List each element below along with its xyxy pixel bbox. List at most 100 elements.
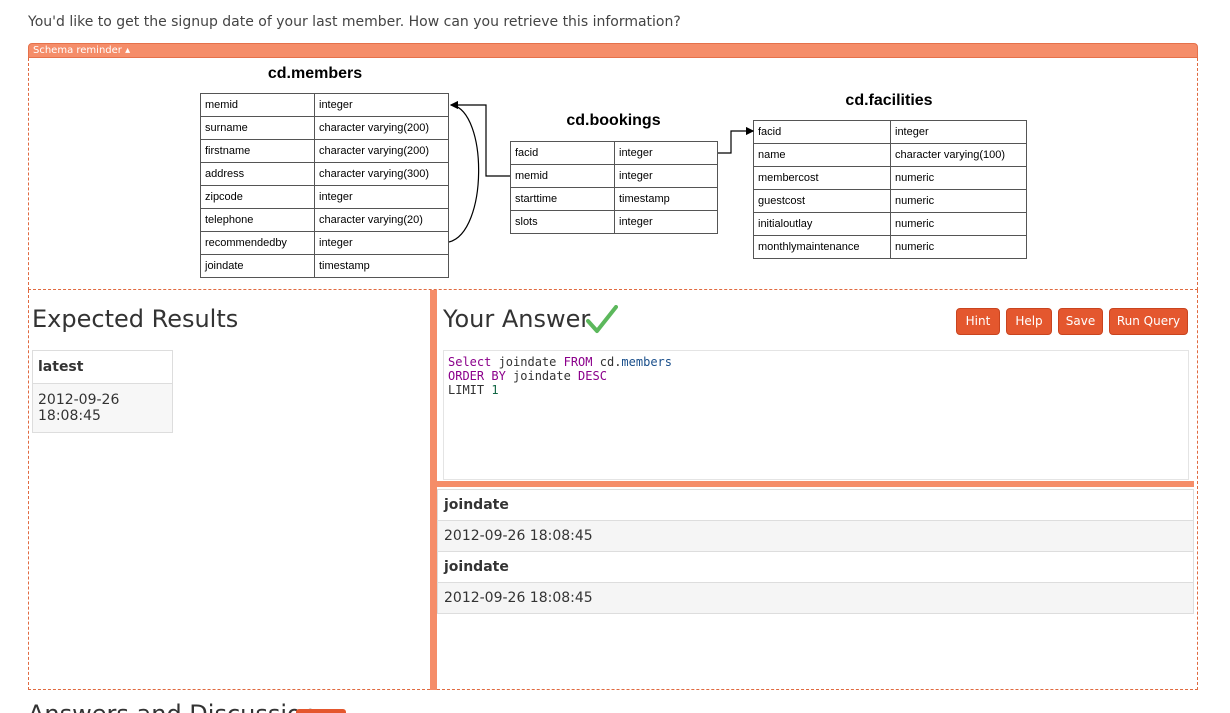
schema-reminder-toggle[interactable]: Schema reminder ▴ <box>28 43 1198 58</box>
schema-row: zipcode integer <box>200 185 449 209</box>
bookings-table-title: cd.bookings <box>566 112 661 129</box>
sql-text: joindate <box>505 369 579 383</box>
expected-results-table: latest 2012-09-26 18:08:45 <box>32 350 173 433</box>
table-header-row: latest <box>32 350 173 384</box>
sql-identifier: members <box>621 355 672 369</box>
column-name: surname <box>200 116 315 140</box>
sql-keyword: FROM <box>563 355 593 369</box>
table-cell: 2012-09-26 18:08:45 <box>437 582 1194 614</box>
column-name: initialoutlay <box>753 212 891 236</box>
column-type: numeric <box>890 235 1027 259</box>
column-name: slots <box>510 210 615 234</box>
facilities-table-title: cd.facilities <box>845 92 933 109</box>
help-button[interactable]: Help <box>1006 308 1052 335</box>
column-type: integer <box>890 120 1027 144</box>
schema-row: monthlymaintenance numeric <box>753 235 1027 259</box>
column-name: recommendedby <box>200 231 315 255</box>
sql-editor[interactable]: Select joindate FROM cd.members ORDER BY… <box>443 350 1189 480</box>
bookings-schema-table: facid integer memid integer starttime times… <box>510 141 718 234</box>
column-type: integer <box>314 93 449 117</box>
column-name: zipcode <box>200 185 315 209</box>
schema-row: firstname character varying(200) <box>200 139 449 163</box>
column-type: character varying(20) <box>314 208 449 232</box>
table-header-row: joindate <box>437 551 1194 583</box>
schema-row: address character varying(300) <box>200 162 449 186</box>
schema-row: recommendedby integer <box>200 231 449 255</box>
column-type: character varying(300) <box>314 162 449 186</box>
column-name: starttime <box>510 187 615 211</box>
column-name: memid <box>510 164 615 188</box>
table-row: 2012-09-26 18:08:45 <box>437 520 1194 552</box>
schema-row: starttime timestamp <box>510 187 718 211</box>
schema-row: facid integer <box>510 141 718 165</box>
members-schema-table: memid integer surname character varying(20… <box>200 93 449 278</box>
expected-results-heading: Expected Results <box>32 305 239 333</box>
schema-row: facid integer <box>753 120 1027 144</box>
schema-row: guestcost numeric <box>753 189 1027 213</box>
column-name: address <box>200 162 315 186</box>
discussion-toggle-badge[interactable] <box>296 709 346 713</box>
column-name: joindate <box>200 254 315 278</box>
sql-keyword: DESC <box>578 369 607 383</box>
members-table-title: cd.members <box>267 65 363 82</box>
your-answer-heading: Your Answer <box>443 305 591 333</box>
editor-line: ORDER BY joindate DESC <box>448 369 1184 383</box>
column-type: numeric <box>890 166 1027 190</box>
column-name: monthlymaintenance <box>753 235 891 259</box>
column-name: firstname <box>200 139 315 163</box>
schema-row: memid integer <box>510 164 718 188</box>
column-type: character varying(100) <box>890 143 1027 167</box>
column-name: facid <box>753 120 891 144</box>
hint-button[interactable]: Hint <box>956 308 1000 335</box>
column-type: timestamp <box>614 187 718 211</box>
run-query-button[interactable]: Run Query <box>1109 308 1188 335</box>
correct-check-icon <box>586 305 618 333</box>
sql-keyword: Select <box>448 355 492 369</box>
column-type: integer <box>614 141 718 165</box>
schema-row: telephone character varying(20) <box>200 208 449 232</box>
table-cell: 2012-09-26 18:08:45 <box>437 520 1194 552</box>
column-header: joindate <box>437 489 1194 521</box>
column-type: timestamp <box>314 254 449 278</box>
facilities-schema-table: facid integer name character varying(100) … <box>753 120 1027 259</box>
table-row: 2012-09-26 18:08:45 <box>437 582 1194 614</box>
column-name: membercost <box>753 166 891 190</box>
schema-row: surname character varying(200) <box>200 116 449 140</box>
editor-resize-handle[interactable] <box>437 481 1194 487</box>
column-header: joindate <box>437 551 1194 583</box>
sql-number: 1 <box>491 383 499 397</box>
schema-row: membercost numeric <box>753 166 1027 190</box>
column-type: integer <box>614 164 718 188</box>
editor-line: LIMIT 1 <box>448 383 1184 397</box>
question-text: You'd like to get the signup date of you… <box>28 14 681 30</box>
column-name: telephone <box>200 208 315 232</box>
column-type: character varying(200) <box>314 139 449 163</box>
column-type: numeric <box>890 189 1027 213</box>
table-header-row: joindate <box>437 489 1194 521</box>
sql-text: cd. <box>592 355 622 369</box>
answers-discussion-heading: Answers and Discussion <box>28 700 317 713</box>
save-button[interactable]: Save <box>1058 308 1103 335</box>
column-name: facid <box>510 141 615 165</box>
column-header: latest <box>32 350 173 384</box>
column-name: guestcost <box>753 189 891 213</box>
query-results-table: joindate 2012-09-26 18:08:45 joindate 20… <box>437 489 1194 614</box>
column-type: integer <box>314 185 449 209</box>
schema-row: joindate timestamp <box>200 254 449 278</box>
column-type: integer <box>614 210 718 234</box>
column-type: integer <box>314 231 449 255</box>
sql-text: LIMIT <box>448 383 492 397</box>
vertical-splitter[interactable] <box>430 290 437 690</box>
table-row: 2012-09-26 18:08:45 <box>32 383 173 433</box>
table-cell: 2012-09-26 18:08:45 <box>32 383 173 433</box>
sql-keyword: ORDER BY <box>448 369 506 383</box>
column-name: name <box>753 143 891 167</box>
column-type: character varying(200) <box>314 116 449 140</box>
column-name: memid <box>200 93 315 117</box>
schema-row: name character varying(100) <box>753 143 1027 167</box>
schema-row: initialoutlay numeric <box>753 212 1027 236</box>
editor-line: Select joindate FROM cd.members <box>448 355 1184 369</box>
column-type: numeric <box>890 212 1027 236</box>
sql-text: joindate <box>491 355 564 369</box>
schema-row: slots integer <box>510 210 718 234</box>
